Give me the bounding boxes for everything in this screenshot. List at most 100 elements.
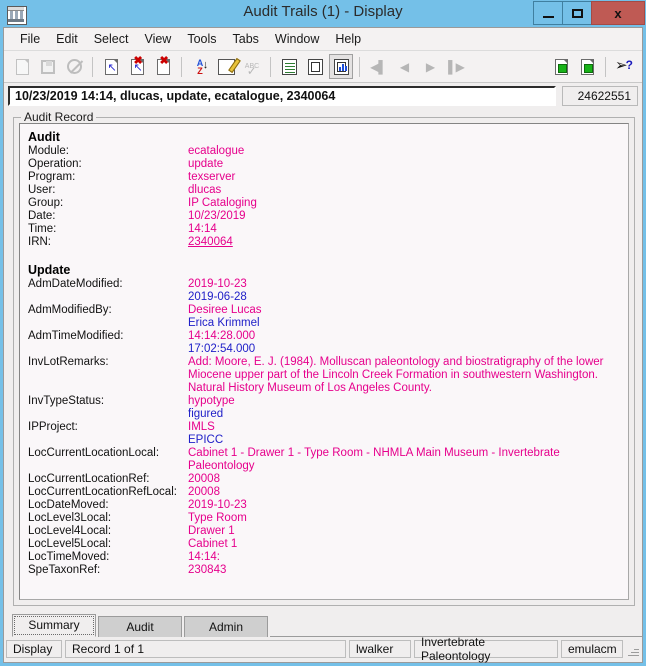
delete-record-icon[interactable]: ✖ ↖ bbox=[125, 54, 149, 79]
menu-tabs[interactable]: Tabs bbox=[225, 30, 267, 48]
field-label: AdmDateModified: bbox=[28, 278, 123, 290]
toolbar-separator bbox=[270, 56, 271, 77]
application-window: Audit Trails (1) - Display x File Edit S… bbox=[0, 0, 646, 666]
field-value-new: 2019-10-23 bbox=[188, 278, 247, 290]
field-label: LocLevel4Local: bbox=[28, 525, 112, 537]
next-record-icon[interactable]: ▶ bbox=[418, 54, 442, 79]
table-row: LocLevel3Local: Type Room bbox=[28, 512, 622, 525]
record-irn-field[interactable]: 24622551 bbox=[562, 86, 638, 106]
toolbar: ↖ ✖ ↖ ✖ A Z ↓ ABC ✓ ◀▌ ◀ ▶ ▌▶ ➢ ? bbox=[4, 51, 642, 83]
title-bar: Audit Trails (1) - Display x bbox=[0, 0, 646, 27]
insert-record-icon[interactable]: ↖ bbox=[99, 54, 123, 79]
field-value-old: EPICC bbox=[188, 434, 224, 446]
table-row: LocLevel5Local: Cabinet 1 bbox=[28, 538, 622, 551]
field-value-new: Desiree Lucas bbox=[188, 304, 262, 316]
field-value-old: 17:02:54.000 bbox=[188, 343, 256, 355]
minimize-button[interactable] bbox=[533, 1, 563, 25]
status-user: lwalker bbox=[349, 640, 411, 658]
field-label: User: bbox=[28, 184, 56, 196]
copy-record-icon[interactable] bbox=[549, 54, 573, 79]
field-value-new: 230843 bbox=[188, 564, 227, 576]
field-label: Time: bbox=[28, 223, 57, 235]
field-value-new: 2019-10-23 bbox=[188, 499, 247, 511]
field-value-new: update bbox=[188, 158, 224, 170]
menu-file[interactable]: File bbox=[12, 30, 48, 48]
context-help-icon[interactable]: ➢? bbox=[612, 54, 636, 79]
view-page-icon[interactable] bbox=[303, 54, 327, 79]
field-label: AdmModifiedBy: bbox=[28, 304, 112, 316]
new-record-icon[interactable] bbox=[10, 54, 34, 79]
field-value-new: 14:14 bbox=[188, 223, 217, 235]
edit-note-icon[interactable] bbox=[214, 54, 241, 79]
field-value-new: Drawer 1 bbox=[188, 525, 235, 537]
menu-tools[interactable]: Tools bbox=[179, 30, 224, 48]
table-row: Time: 14:14 bbox=[28, 223, 622, 236]
table-row: Group: IP Cataloging bbox=[28, 197, 622, 210]
field-label: LocLevel3Local: bbox=[28, 512, 112, 524]
toolbar-separator bbox=[359, 56, 360, 77]
table-row: LocDateMoved: 2019-10-23 bbox=[28, 499, 622, 512]
field-label: LocDateMoved: bbox=[28, 499, 109, 511]
spellcheck-icon[interactable]: ABC ✓ bbox=[240, 54, 264, 79]
last-record-icon[interactable]: ▌▶ bbox=[444, 54, 468, 79]
menu-select[interactable]: Select bbox=[86, 30, 137, 48]
table-row: SpeTaxonRef: 230843 bbox=[28, 564, 622, 577]
resize-grip[interactable] bbox=[626, 640, 640, 658]
audit-record-scroll-pane[interactable]: Audit Module: ecatalogue Operation: upda… bbox=[19, 123, 629, 600]
save-icon[interactable] bbox=[36, 54, 60, 79]
duplicate-record-icon[interactable] bbox=[575, 54, 599, 79]
toolbar-separator bbox=[605, 56, 606, 77]
first-record-icon[interactable]: ◀▌ bbox=[366, 54, 390, 79]
audit-field-table: Module: ecatalogue Operation: update Pro… bbox=[28, 145, 622, 249]
field-label: Date: bbox=[28, 210, 56, 222]
status-bar: Display Record 1 of 1 lwalker Invertebra… bbox=[4, 635, 642, 663]
field-value-new: texserver bbox=[188, 171, 236, 183]
field-value-new: dlucas bbox=[188, 184, 222, 196]
menu-window[interactable]: Window bbox=[267, 30, 327, 48]
field-label: Group: bbox=[28, 197, 64, 209]
toolbar-separator bbox=[181, 56, 182, 77]
field-value-old: Erica Krimmel bbox=[188, 317, 260, 329]
previous-record-icon[interactable]: ◀ bbox=[392, 54, 416, 79]
tab-admin[interactable]: Admin bbox=[184, 616, 268, 637]
close-button[interactable]: x bbox=[591, 1, 645, 25]
window-controls: x bbox=[533, 1, 645, 25]
field-value-new: Cabinet 1 - Drawer 1 - Type Room - NHMLA… bbox=[188, 447, 560, 472]
irn-link[interactable]: 2340064 bbox=[188, 236, 233, 248]
record-summary-field[interactable]: 10/23/2019 14:14, dlucas, update, ecatal… bbox=[8, 86, 556, 106]
table-row: Program: texserver bbox=[28, 171, 622, 184]
table-row: AdmTimeModified: 14:14:28.000 17:02:54.0… bbox=[28, 330, 622, 356]
table-row: LocCurrentLocationRefLocal: 20008 bbox=[28, 486, 622, 499]
museum-building-icon bbox=[6, 5, 27, 25]
table-row: LocCurrentLocationRef: 20008 bbox=[28, 473, 622, 486]
menu-help[interactable]: Help bbox=[327, 30, 369, 48]
client-area: File Edit Select View Tools Tabs Window … bbox=[3, 27, 643, 663]
table-row: InvTypeStatus: hypotype figured bbox=[28, 395, 622, 421]
view-report-icon[interactable] bbox=[329, 54, 353, 79]
audit-record-groupbox: Audit Record Audit Module: ecatalogue Op… bbox=[13, 110, 635, 606]
record-body: Audit Record Audit Module: ecatalogue Op… bbox=[4, 110, 642, 606]
update-section-title: Update bbox=[28, 263, 71, 277]
field-label: LocCurrentLocationLocal: bbox=[28, 447, 160, 459]
field-value-new: Cabinet 1 bbox=[188, 538, 238, 550]
menu-edit[interactable]: Edit bbox=[48, 30, 86, 48]
view-list-icon[interactable] bbox=[277, 54, 301, 79]
field-label: InvLotRemarks: bbox=[28, 356, 109, 368]
table-row: Date: 10/23/2019 bbox=[28, 210, 622, 223]
maximize-button[interactable] bbox=[562, 1, 592, 25]
field-label: InvTypeStatus: bbox=[28, 395, 105, 407]
cancel-icon[interactable] bbox=[62, 54, 86, 79]
field-value-new: hypotype bbox=[188, 395, 235, 407]
remove-record-icon[interactable]: ✖ bbox=[151, 54, 175, 79]
menu-view[interactable]: View bbox=[136, 30, 179, 48]
field-label: Program: bbox=[28, 171, 76, 183]
sort-az-icon[interactable]: A Z ↓ bbox=[188, 54, 212, 79]
field-label: IRN: bbox=[28, 236, 51, 248]
tab-summary[interactable]: Summary bbox=[12, 614, 96, 637]
field-value-new: 20008 bbox=[188, 486, 220, 498]
status-mode: Display bbox=[6, 640, 62, 658]
field-value-new: IMLS bbox=[188, 421, 215, 433]
tab-audit[interactable]: Audit bbox=[98, 616, 182, 637]
table-row: LocLevel4Local: Drawer 1 bbox=[28, 525, 622, 538]
menu-bar: File Edit Select View Tools Tabs Window … bbox=[4, 28, 642, 51]
